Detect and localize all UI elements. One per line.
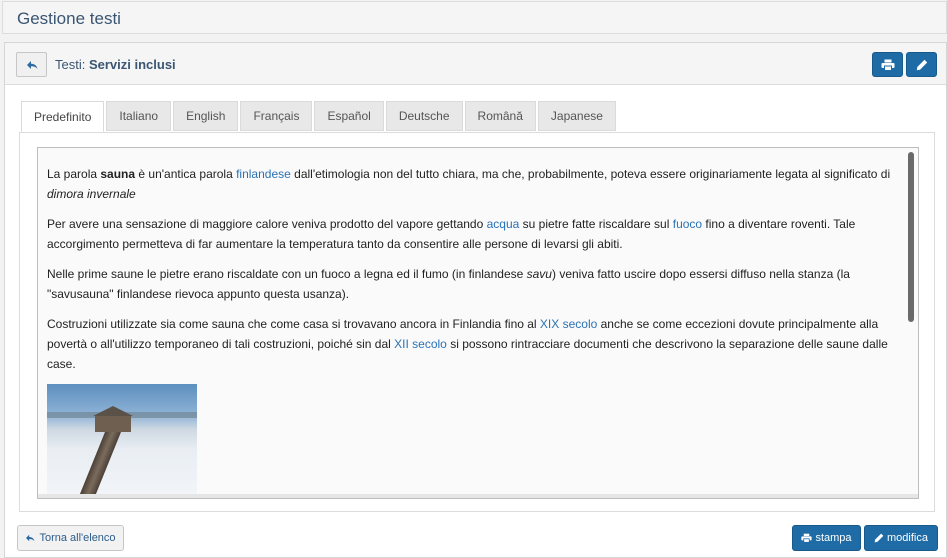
link-fuoco[interactable]: fuoco (673, 217, 702, 231)
tab-content-frame: La parola sauna è un'antica parola finla… (19, 132, 935, 512)
reply-arrow-icon (25, 534, 35, 542)
record-title-prefix: Testi: (55, 57, 86, 72)
print-button[interactable]: stampa (792, 525, 861, 551)
paragraph-4: Costruzioni utilizzate sia come sauna ch… (47, 314, 897, 374)
record-title-name: Servizi inclusi (88, 57, 176, 72)
printer-icon (801, 533, 813, 543)
photo-hut (95, 416, 131, 432)
printer-icon (881, 59, 895, 71)
back-to-list-label: Torna all'elenco (39, 532, 116, 544)
print-label: stampa (815, 532, 852, 544)
text-span: dall'etimologia non del tutto chiara, ma… (290, 167, 891, 181)
modify-label: modifica (887, 532, 928, 544)
edit-icon-button[interactable] (906, 52, 937, 77)
text-span: Nelle prime saune le pietre erano riscal… (47, 267, 527, 281)
link-xix-secolo[interactable]: XIX secolo (540, 317, 597, 331)
print-icon-button[interactable] (872, 52, 903, 77)
back-button[interactable] (16, 52, 47, 77)
pencil-icon (916, 59, 928, 71)
tab-deutsche[interactable]: Deutsche (385, 101, 463, 131)
tab-english[interactable]: English (173, 101, 239, 131)
modify-button[interactable]: modifica (864, 525, 938, 551)
reply-arrow-icon (26, 60, 38, 70)
text-span: è un'antica parola (135, 167, 237, 181)
text-span: Costruzioni utilizzate sia come sauna ch… (47, 317, 540, 331)
panel-header: Testi: Servizi inclusi (5, 43, 946, 85)
tab-japanese[interactable]: Japanese (537, 101, 616, 131)
back-to-list-button[interactable]: Torna all'elenco (17, 525, 124, 551)
page-title: Gestione testi (17, 9, 121, 28)
photo-hut-roof (93, 406, 133, 416)
tab-espanol[interactable]: Español (314, 101, 384, 131)
photo-pier (72, 432, 121, 498)
link-xii-secolo[interactable]: XII secolo (394, 337, 447, 351)
paragraph-2: Per avere una sensazione di maggiore cal… (47, 214, 897, 254)
horizontal-scrollbar[interactable] (38, 494, 918, 498)
tab-italiano[interactable]: Italiano (106, 101, 172, 131)
paragraph-1: La parola sauna è un'antica parola finla… (47, 164, 897, 204)
tab-romana[interactable]: Română (464, 101, 536, 131)
text-span: La parola (47, 167, 101, 181)
paragraph-3: Nelle prime saune le pietre erano riscal… (47, 264, 897, 304)
italic-term: dimora invernale (47, 187, 136, 201)
page-header: Gestione testi (2, 1, 947, 34)
tab-francais[interactable]: Français (240, 101, 313, 131)
language-tabs: Predefinito Italiano English Français Es… (21, 101, 618, 132)
vertical-scrollbar[interactable] (908, 152, 914, 322)
italic-term: savu (526, 267, 552, 281)
bold-term: sauna (100, 167, 136, 181)
text-content: La parola sauna è un'antica parola finla… (47, 164, 897, 498)
record-title: Testi: Servizi inclusi (55, 57, 176, 72)
text-panel: Testi: Servizi inclusi Predefinito Itali… (4, 42, 947, 558)
link-acqua[interactable]: acqua (487, 217, 520, 231)
link-finlandese[interactable]: finlandese (236, 167, 291, 181)
text-span: Per avere una sensazione di maggiore cal… (47, 217, 487, 231)
pencil-icon (874, 533, 884, 543)
sauna-photo (47, 384, 197, 498)
tab-predefinito[interactable]: Predefinito (21, 101, 105, 132)
text-content-box[interactable]: La parola sauna è un'antica parola finla… (37, 147, 919, 499)
text-span: su pietre fatte riscaldare sul (519, 217, 673, 231)
